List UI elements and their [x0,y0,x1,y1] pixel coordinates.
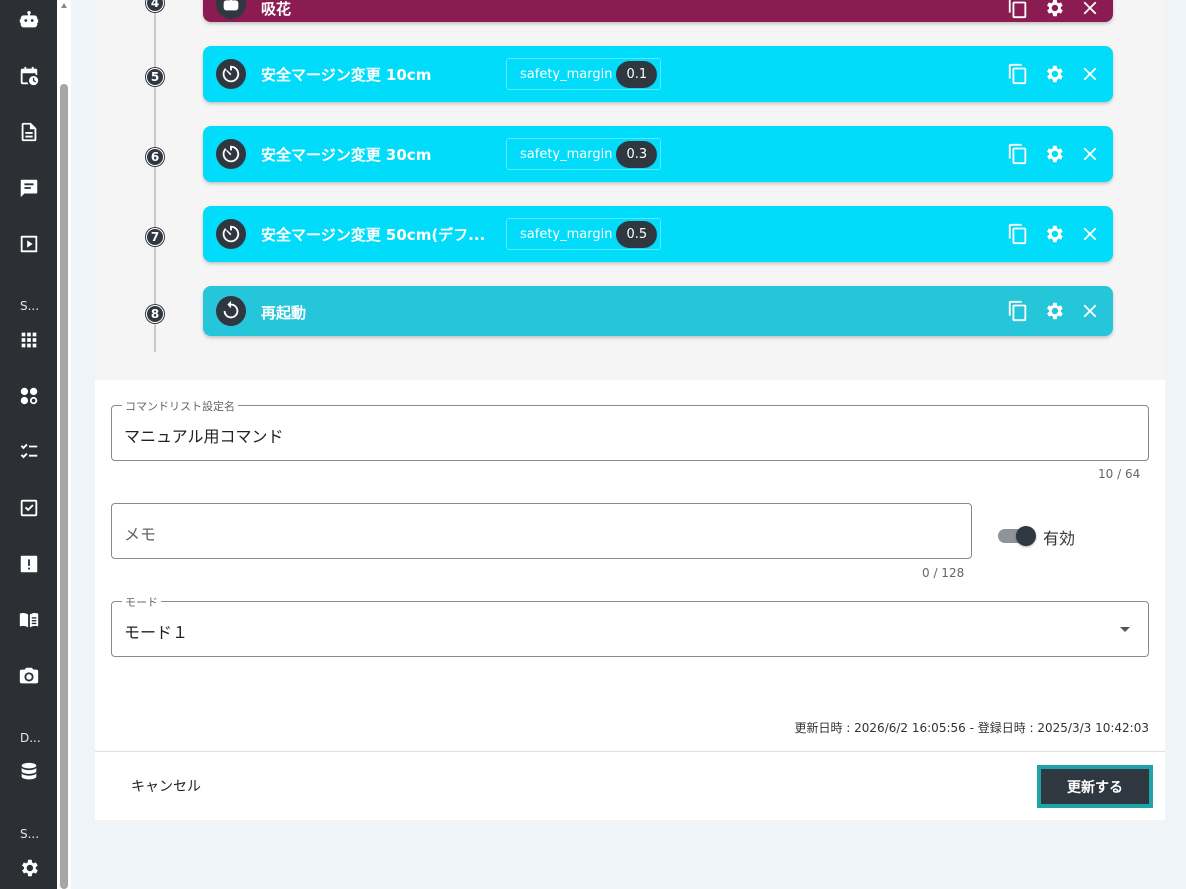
close-icon[interactable] [1077,0,1103,21]
command-title: 安全マージン変更 30cm [261,146,432,164]
step-number: 5 [146,68,164,86]
message-icon[interactable] [16,175,42,201]
update-button-label: 更新する [1041,769,1149,804]
timestamps: 更新日時 : 2026/6/2 16:05:56 - 登録日時 : 2025/3… [794,721,1149,735]
dropdown-arrow-icon [1120,627,1130,632]
timer-icon [216,139,246,169]
parameter-value: 0.5 [616,220,658,248]
gear-icon[interactable] [1041,61,1067,87]
robot-icon [216,0,246,19]
command-card[interactable]: 再起動 [203,286,1113,336]
parameter-chip: safety_margin 0.3 [506,138,662,170]
step-number: 8 [146,305,164,323]
close-icon[interactable] [1077,221,1103,247]
scroll-up-arrow-icon[interactable] [60,2,68,10]
command-card[interactable]: 安全マージン変更 10cm safety_margin 0.1 [203,46,1113,102]
cancel-button[interactable]: キャンセル [118,770,214,802]
copy-icon[interactable] [1005,0,1031,21]
field-placeholder: メモ [124,525,157,544]
alert-icon[interactable] [16,551,42,577]
command-title: 安全マージン変更 50cm(デフ... [261,226,486,244]
document-icon[interactable] [16,119,42,145]
command-card[interactable]: 安全マージン変更 50cm(デフ... safety_margin 0.5 [203,206,1113,262]
camera-icon[interactable] [16,663,42,689]
scrollbar-thumb[interactable] [60,84,68,889]
drone-icon[interactable] [16,383,42,409]
parameter-chip: safety_margin 0.5 [506,218,662,250]
copy-icon[interactable] [1005,221,1031,247]
command-title: 吸花 [261,0,292,18]
side-nav-rail: S... D... S... [0,0,57,889]
enabled-label: 有効 [1043,529,1076,548]
copy-icon[interactable] [1005,61,1031,87]
parameter-value: 0.3 [616,140,658,168]
settings-gear-icon[interactable] [16,855,42,881]
divider [95,751,1165,752]
calendar-clock-icon[interactable] [16,63,42,89]
apps-grid-icon[interactable] [16,327,42,353]
rail-section-label: S... [20,827,40,841]
field-value: マニュアル用コマンド [124,427,284,446]
manual-book-icon[interactable] [16,607,42,633]
gear-icon[interactable] [1041,221,1067,247]
mode-select[interactable]: モード モード１ [111,594,1149,657]
field-value: モード１ [124,623,189,642]
command-title: 再起動 [261,304,307,322]
timer-icon [216,59,246,89]
enabled-toggle[interactable] [998,526,1036,546]
parameter-value: 0.1 [616,60,658,88]
database-icon[interactable] [16,759,42,785]
command-list-name-field[interactable]: コマンドリスト設定名 マニュアル用コマンド [111,398,1149,461]
checklist-icon[interactable] [16,439,42,465]
rail-section-label: S... [20,299,40,313]
step-number: 7 [146,228,164,246]
parameter-name: safety_margin [520,66,613,82]
char-counter: 10 / 64 [1098,467,1141,481]
robot-icon[interactable] [16,7,42,33]
command-card[interactable]: 安全マージン変更 30cm safety_margin 0.3 [203,126,1113,182]
command-card[interactable]: 吸花 [203,0,1113,22]
parameter-chip: safety_margin 0.1 [506,58,662,90]
toggle-knob [1016,526,1036,546]
gear-icon[interactable] [1041,298,1067,324]
copy-icon[interactable] [1005,298,1031,324]
parameter-name: safety_margin [520,146,613,162]
field-label: モード [122,594,161,610]
parameter-name: safety_margin [520,226,613,242]
close-icon[interactable] [1077,141,1103,167]
field-label: コマンドリスト設定名 [122,398,238,414]
memo-field[interactable]: メモ [111,503,972,559]
restart-icon [216,296,246,326]
gear-icon[interactable] [1041,0,1067,21]
rail-section-label: D... [20,731,41,745]
gear-icon[interactable] [1041,141,1067,167]
play-box-icon[interactable] [16,231,42,257]
copy-icon[interactable] [1005,141,1031,167]
close-icon[interactable] [1077,298,1103,324]
update-button[interactable]: 更新する [1037,765,1153,808]
task-check-icon[interactable] [16,495,42,521]
timer-icon [216,219,246,249]
timeline-line [154,0,156,352]
close-icon[interactable] [1077,61,1103,87]
char-counter: 0 / 128 [922,566,965,580]
command-title: 安全マージン変更 10cm [261,66,432,84]
step-number: 6 [146,148,164,166]
